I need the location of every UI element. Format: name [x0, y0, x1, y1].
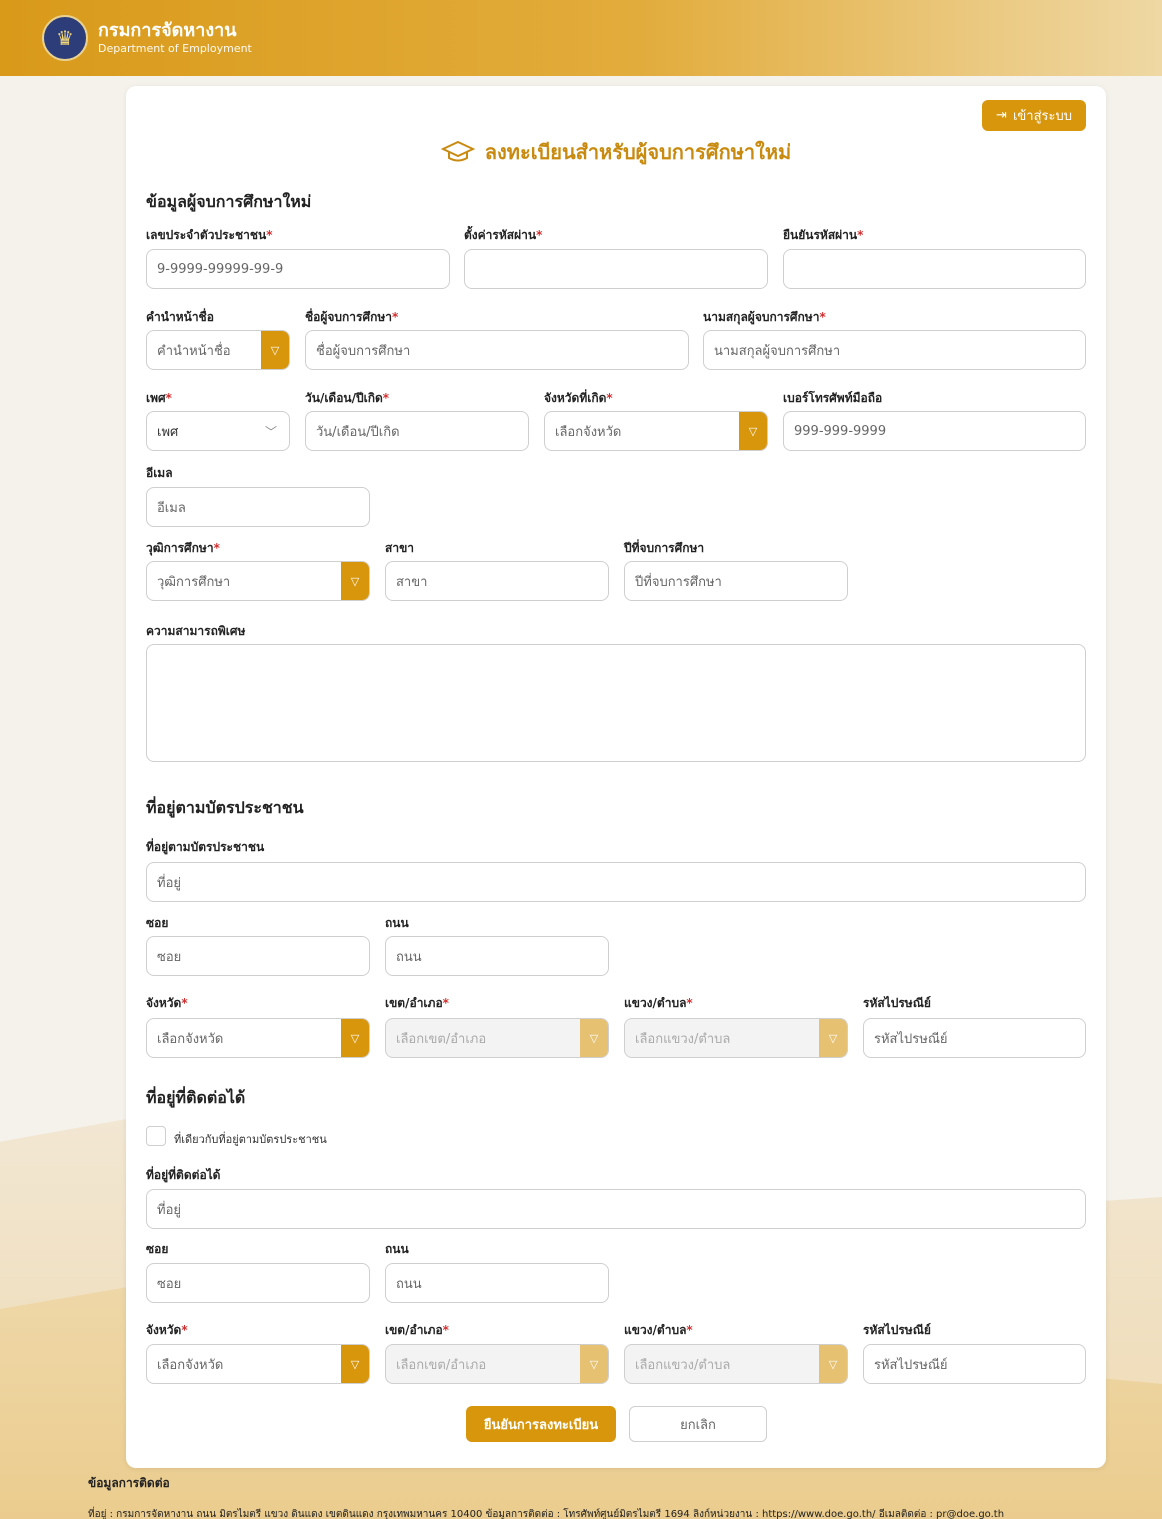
contact-district-label: เขต/อำเภอ* — [385, 1323, 449, 1337]
caret-down-icon: ▽ — [341, 562, 369, 600]
contact-zip-input[interactable]: รหัสไปรษณีย์ — [863, 1344, 1086, 1384]
cancel-button[interactable]: ยกเลิก — [629, 1406, 767, 1442]
id-label: เลขประจำตัวประชาชน* — [146, 228, 273, 242]
soi-input[interactable]: ซอย — [146, 936, 370, 976]
grad-year-input[interactable]: ปีที่จบการศึกษา — [624, 561, 848, 601]
citizen-id-input[interactable]: 9-9999-99999-99-9 — [146, 249, 450, 289]
password-input[interactable] — [464, 249, 768, 289]
login-icon: ⇥ — [996, 108, 1007, 123]
section-graduate-info-title: ข้อมูลผู้จบการศึกษาใหม่ — [146, 192, 312, 211]
section-contact-address-title: ที่อยู่ที่ติดต่อได้ — [146, 1088, 246, 1107]
page-title-text: ลงทะเบียนสำหรับผู้จบการศึกษาใหม่ — [484, 140, 792, 164]
section-id-address-title: ที่อยู่ตามบัตรประชาชน — [146, 798, 304, 817]
caret-down-icon: ▽ — [819, 1019, 847, 1057]
caret-down-icon: ▽ — [819, 1345, 847, 1383]
prefix-select[interactable]: คำนำหน้าชื่อ ▽ — [146, 330, 290, 370]
caret-down-icon: ▽ — [580, 1345, 608, 1383]
contact-soi-input[interactable]: ซอย — [146, 1263, 370, 1303]
contact-province-label: จังหวัด* — [146, 1323, 188, 1337]
contact-road-label: ถนน — [385, 1242, 409, 1256]
password-label: ตั้งค่ารหัสผ่าน* — [464, 228, 543, 242]
grad-year-label: ปีที่จบการศึกษา — [624, 541, 705, 555]
same-address-label: ที่เดียวกับที่อยู่ตามบัตรประชาชน — [174, 1133, 327, 1146]
birth-province-label: จังหวัดที่เกิด* — [544, 391, 613, 405]
contact-zip-label: รหัสไปรษณีย์ — [863, 1323, 931, 1337]
login-button[interactable]: ⇥ เข้าสู่ระบบ — [982, 100, 1086, 131]
graduation-cap-icon — [440, 140, 475, 162]
road-input[interactable]: ถนน — [385, 936, 609, 976]
emblem-icon: ♛ — [42, 15, 88, 61]
footer-address: ที่อยู่ : กรมการจัดหางาน ถนน มิตรไมตรี แ… — [88, 1509, 1005, 1519]
district-label: เขต/อำเภอ* — [385, 996, 449, 1010]
contact-address-input[interactable]: ที่อยู่ — [146, 1189, 1086, 1229]
first-name-input[interactable]: ชื่อผู้จบการศึกษา — [305, 330, 689, 370]
chevron-down-icon: ﹀ — [264, 425, 277, 439]
registration-card: ⇥ เข้าสู่ระบบ ลงทะเบียนสำหรับผู้จบการศึก… — [126, 86, 1106, 1468]
caret-down-icon: ▽ — [261, 331, 289, 369]
caret-down-icon: ▽ — [341, 1019, 369, 1057]
contact-road-input[interactable]: ถนน — [385, 1263, 609, 1303]
id-address-label: ที่อยู่ตามบัตรประชาชน — [146, 840, 265, 854]
zip-input[interactable]: รหัสไปรษณีย์ — [863, 1018, 1086, 1058]
special-skill-textarea[interactable] — [146, 644, 1086, 762]
major-label: สาขา — [385, 541, 415, 555]
contact-province-select[interactable]: เลือกจังหวัด ▽ — [146, 1344, 370, 1384]
email-input[interactable]: อีเมล — [146, 487, 370, 527]
dob-label: วัน/เดือน/ปีเกิด* — [305, 391, 390, 405]
same-address-checkbox[interactable] — [146, 1126, 166, 1146]
soi-label: ซอย — [146, 916, 169, 930]
brand: กรมการจัดหางาน Department of Employment — [98, 20, 252, 56]
gender-label: เพศ* — [146, 391, 172, 405]
mobile-label: เบอร์โทรศัพท์มือถือ — [783, 391, 883, 405]
birth-province-select[interactable]: เลือกจังหวัด ▽ — [544, 411, 768, 451]
education-label: วุฒิการศึกษา* — [146, 541, 220, 555]
contact-subdistrict-select[interactable]: เลือกแขวง/ตำบล ▽ — [624, 1344, 848, 1384]
brand-title-th: กรมการจัดหางาน — [98, 20, 237, 41]
login-label: เข้าสู่ระบบ — [1012, 109, 1072, 124]
gender-select[interactable]: เพศ ﹀ — [146, 411, 290, 451]
top-header: ♛ กรมการจัดหางาน Department of Employmen… — [0, 0, 1162, 76]
confirm-password-label: ยืนยันรหัสผ่าน* — [783, 228, 864, 242]
district-select[interactable]: เลือกเขต/อำเภอ ▽ — [385, 1018, 609, 1058]
caret-down-icon: ▽ — [341, 1345, 369, 1383]
brand-title-en: Department of Employment — [98, 42, 252, 55]
contact-district-select[interactable]: เลือกเขต/อำเภอ ▽ — [385, 1344, 609, 1384]
province-label: จังหวัด* — [146, 996, 188, 1010]
submit-registration-button[interactable]: ยืนยันการลงทะเบียน — [466, 1406, 616, 1442]
education-select[interactable]: วุฒิการศึกษา ▽ — [146, 561, 370, 601]
email-label: อีเมล — [146, 466, 173, 480]
subdistrict-label: แขวง/ตำบล* — [624, 996, 693, 1010]
caret-down-icon: ▽ — [580, 1019, 608, 1057]
last-name-input[interactable]: นามสกุลผู้จบการศึกษา — [703, 330, 1086, 370]
id-address-input[interactable]: ที่อยู่ — [146, 862, 1086, 902]
province-select[interactable]: เลือกจังหวัด ▽ — [146, 1018, 370, 1058]
major-input[interactable]: สาขา — [385, 561, 609, 601]
first-name-label: ชื่อผู้จบการศึกษา* — [305, 310, 399, 324]
dob-input[interactable]: วัน/เดือน/ปีเกิด — [305, 411, 529, 451]
subdistrict-select[interactable]: เลือกแขวง/ตำบล ▽ — [624, 1018, 848, 1058]
mobile-input[interactable]: 999-999-9999 — [783, 411, 1086, 451]
footer-title: ข้อมูลการติดต่อ — [88, 1476, 170, 1490]
special-skill-label: ความสามารถพิเศษ — [146, 624, 246, 638]
last-name-label: นามสกุลผู้จบการศึกษา* — [703, 310, 826, 324]
road-label: ถนน — [385, 916, 409, 930]
zip-label: รหัสไปรษณีย์ — [863, 996, 931, 1010]
contact-soi-label: ซอย — [146, 1242, 169, 1256]
footer: ข้อมูลการติดต่อ ที่อยู่ : กรมการจัดหางาน… — [88, 1474, 1158, 1519]
contact-address-label: ที่อยู่ที่ติดต่อได้ — [146, 1168, 221, 1182]
page-title: ลงทะเบียนสำหรับผู้จบการศึกษาใหม่ — [126, 136, 1106, 168]
confirm-password-input[interactable] — [783, 249, 1086, 289]
caret-down-icon: ▽ — [739, 412, 767, 450]
prefix-label: คำนำหน้าชื่อ — [146, 310, 214, 324]
contact-subdistrict-label: แขวง/ตำบล* — [624, 1323, 693, 1337]
